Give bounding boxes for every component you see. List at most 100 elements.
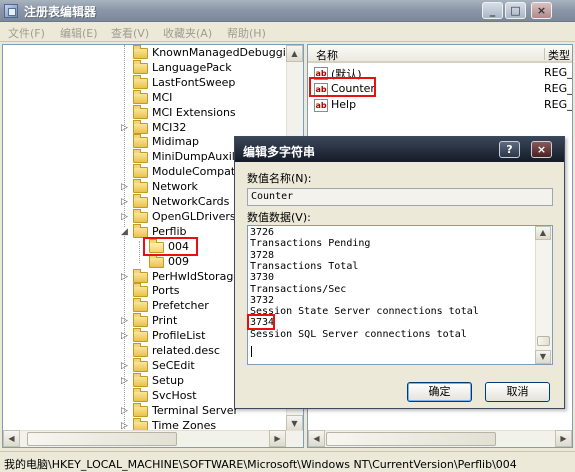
tree-item-label: SeCEdit <box>152 358 195 372</box>
scroll-up-arrow-icon[interactable]: ▲ <box>535 226 551 240</box>
window-title: 注册表编辑器 <box>24 5 97 19</box>
tree-item-label: ModuleCompatib <box>152 165 246 179</box>
tree-expander-icon[interactable]: ▷ <box>121 406 128 416</box>
folder-icon <box>149 238 164 253</box>
list-item[interactable]: ab Counter REG_ <box>312 82 573 97</box>
edit-multi-string-dialog: 编辑多字符串 ? × 数值名称(N): Counter 数值数据(V): 372… <box>234 136 565 409</box>
cancel-button[interactable]: 取消 <box>485 382 550 402</box>
string-value-icon: ab <box>314 83 328 96</box>
scroll-right-arrow-icon[interactable]: ▶ <box>555 430 572 447</box>
tree-item-label: LastFontSweep <box>152 75 236 89</box>
tree-item[interactable]: ▷ MCI32 <box>3 119 283 136</box>
folder-icon <box>133 89 148 104</box>
textarea-line: Transactions Pending <box>250 238 371 250</box>
menu-favorites[interactable]: 收藏夹(A) <box>163 25 212 41</box>
value-data-label: 数值数据(V): <box>247 211 311 224</box>
tree-item-label: ProfileList <box>152 329 206 343</box>
textarea-line: Transactions/Sec <box>250 283 347 295</box>
tree-expander-icon[interactable]: ◢ <box>121 227 128 237</box>
tree-item-label: SvcHost <box>152 388 197 402</box>
string-value-icon: ab <box>314 99 328 112</box>
textarea-line: Session SQL Server connections total <box>250 328 467 340</box>
tree-expander-icon[interactable]: ▷ <box>121 332 128 341</box>
list-item[interactable]: ab (默认) REG_ <box>312 66 572 81</box>
title-bar[interactable]: 注册表编辑器 _ □ × <box>0 0 575 22</box>
tree-item[interactable]: LastFontSweep <box>3 74 283 91</box>
tree-item-label: LanguagePack <box>152 60 232 74</box>
tree-item-label: Terminal Server <box>152 403 239 417</box>
close-button[interactable]: × <box>531 2 552 19</box>
textarea-line: 3728 <box>250 249 275 261</box>
scroll-right-arrow-icon[interactable]: ▶ <box>269 430 286 447</box>
folder-icon <box>133 179 148 194</box>
tree-expander-icon[interactable]: ▷ <box>121 317 128 326</box>
tree-item-label: MCI32 <box>152 120 187 134</box>
menu-view[interactable]: 查看(V) <box>111 25 149 41</box>
tree-expander-icon[interactable]: ▷ <box>121 272 128 282</box>
tree-item-label: Network <box>152 180 198 194</box>
tree-item-label: Midimap <box>152 135 200 149</box>
tree-expander-icon[interactable]: ▷ <box>121 198 128 207</box>
column-type-header[interactable]: 类型 <box>548 47 570 63</box>
list-horizontal-scrollbar[interactable]: ◀ ▶ <box>308 430 572 447</box>
tree-item[interactable]: MCI Extensions <box>3 104 283 121</box>
value-type: REG_ <box>544 98 573 111</box>
menu-edit[interactable]: 编辑(E) <box>60 25 98 41</box>
tree-item-label: related.desc <box>152 344 220 357</box>
ok-button[interactable]: 确定 <box>407 382 472 402</box>
column-name-header[interactable]: 名称 <box>316 47 338 63</box>
status-bar-path: 我的电脑\HKEY_LOCAL_MACHINE\SOFTWARE\Microso… <box>0 451 575 472</box>
folder-icon <box>133 45 148 59</box>
menu-bar: 文件(F) 编辑(E) 查看(V) 收藏夹(A) 帮助(H) <box>0 22 575 42</box>
textarea-vertical-scrollbar[interactable]: ▲ ▼ <box>535 226 552 364</box>
textarea-line: Transactions Total <box>250 260 359 272</box>
column-separator[interactable] <box>544 48 545 60</box>
value-data-textarea[interactable]: 3726 Transactions Pending 3728 Transactions… <box>247 225 553 365</box>
maximize-button[interactable]: □ <box>505 2 526 19</box>
list-item[interactable]: ab Help REG_ <box>312 98 573 113</box>
tree-item-label: MCI <box>152 90 173 104</box>
tree-item-label: NetworkCards <box>152 195 230 208</box>
dialog-close-button[interactable]: × <box>531 141 552 158</box>
minimize-button[interactable]: _ <box>482 2 503 19</box>
scroll-left-arrow-icon[interactable]: ◀ <box>3 430 20 447</box>
dialog-help-button[interactable]: ? <box>499 141 520 158</box>
dialog-title-bar[interactable]: 编辑多字符串 ? × <box>235 137 564 162</box>
value-type: REG_ <box>544 82 573 95</box>
scroll-up-arrow-icon[interactable]: ▲ <box>286 45 303 62</box>
textarea-line: 3726 <box>250 227 275 238</box>
tree-hscroll-thumb[interactable] <box>27 432 177 446</box>
scroll-left-arrow-icon[interactable]: ◀ <box>308 430 325 447</box>
tree-expander-icon[interactable]: ▷ <box>121 376 128 386</box>
tree-item[interactable]: KnownManagedDebugging <box>3 45 300 61</box>
folder-icon <box>133 268 148 283</box>
scroll-down-arrow-icon[interactable]: ▼ <box>535 350 551 364</box>
folder-icon <box>133 104 148 119</box>
folder-icon <box>133 313 148 328</box>
folder-icon <box>133 59 148 74</box>
menu-help[interactable]: 帮助(H) <box>227 25 266 41</box>
tree-item-label: Ports <box>152 284 180 298</box>
textarea-line: 3734 <box>250 317 275 329</box>
tree-expander-icon[interactable]: ▷ <box>121 212 128 222</box>
value-name-field[interactable]: Counter <box>247 188 553 206</box>
textarea-scroll-thumb[interactable] <box>537 336 550 346</box>
tree-item-label: Print <box>152 314 178 328</box>
tree-item-label: Setup <box>152 373 185 387</box>
folder-icon <box>133 74 148 89</box>
tree-item-label: MCI Extensions <box>152 105 236 119</box>
tree-item-label: OpenGLDrivers <box>152 209 236 223</box>
tree-item-label: PerHwIdStorage <box>152 269 241 283</box>
tree-expander-icon[interactable]: ▷ <box>121 183 128 192</box>
menu-file[interactable]: 文件(F) <box>8 25 45 41</box>
tree-item[interactable]: MCI <box>3 89 283 106</box>
list-hscroll-thumb[interactable] <box>326 432 496 446</box>
tree-expander-icon[interactable]: ▷ <box>121 361 128 371</box>
folder-icon <box>133 402 148 417</box>
tree-expander-icon[interactable]: ▷ <box>121 123 128 133</box>
folder-icon <box>133 372 148 387</box>
tree-horizontal-scrollbar[interactable]: ◀ ▶ <box>3 430 303 447</box>
tree-item[interactable]: LanguagePack <box>3 59 283 76</box>
textarea-line: 3730 <box>250 272 275 284</box>
value-name: Help <box>331 98 357 111</box>
